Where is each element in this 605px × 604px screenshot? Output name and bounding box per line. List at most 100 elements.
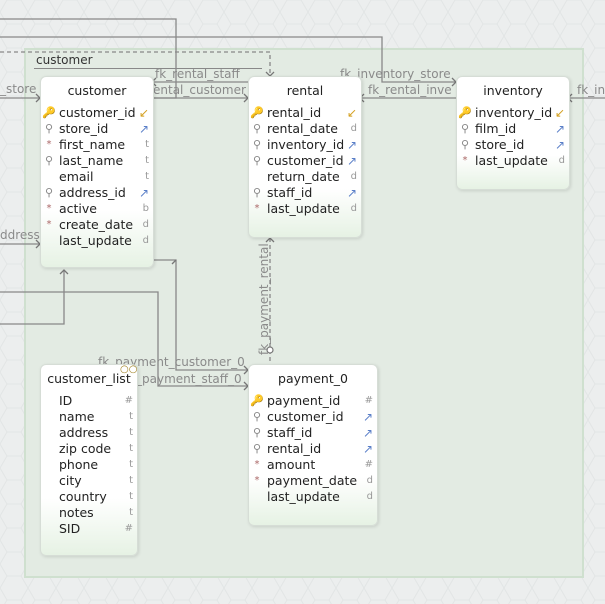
blank-icon	[41, 441, 57, 457]
column-row[interactable]: return_date d	[249, 169, 361, 185]
column-name: name	[59, 409, 95, 424]
column-name: country	[59, 489, 107, 504]
blank-icon	[41, 393, 57, 409]
relation-label[interactable]: _payment_staff_0	[136, 372, 242, 386]
table-customer-list[interactable]: customer_list ID # name t address t zip code t ph…	[40, 364, 138, 556]
required-icon: *	[254, 475, 260, 486]
column-type: d	[558, 155, 565, 166]
relation-label[interactable]: fk_rental_inve	[368, 83, 452, 97]
column-row[interactable]: SID #	[41, 521, 137, 537]
relation-label[interactable]: _store	[0, 82, 36, 96]
relation-label[interactable]: ddress	[0, 228, 40, 242]
column-type: t	[129, 459, 133, 470]
column-type: #	[124, 395, 133, 406]
foreign-key-icon: ⚲	[460, 138, 470, 151]
primary-key-icon: 🔑	[458, 106, 472, 119]
relation-label[interactable]: fk_rental_staff	[155, 67, 240, 81]
required-icon: *	[46, 219, 52, 230]
table-payment-0[interactable]: payment_0 🔑 payment_id # ⚲ customer_id ↗ ⚲ staff…	[248, 364, 378, 526]
column-row[interactable]: city t	[41, 473, 137, 489]
table-title[interactable]: rental	[249, 77, 361, 105]
column-row[interactable]: country t	[41, 489, 137, 505]
column-name: inventory_id	[267, 137, 345, 152]
table-title[interactable]: customer	[41, 77, 153, 105]
foreign-key-icon: ⚲	[252, 410, 262, 423]
column-name: return_date	[267, 169, 340, 184]
column-name: rental_date	[267, 121, 338, 136]
column-row[interactable]: last_update d	[41, 233, 153, 249]
foreign-key-icon: ⚲	[252, 138, 262, 151]
column-type: d	[350, 123, 357, 134]
column-row[interactable]: email t	[41, 169, 153, 185]
blank-icon	[41, 457, 57, 473]
foreign-key-icon: ⚲	[252, 122, 262, 135]
column-row[interactable]: ID #	[41, 393, 137, 409]
column-row[interactable]: ⚲ staff_id ↗	[249, 425, 377, 441]
column-type: d	[366, 475, 373, 486]
column-row[interactable]: * last_update d	[249, 201, 361, 217]
column-row[interactable]: * create_date d	[41, 217, 153, 233]
column-row[interactable]: ⚲ rental_date d	[249, 121, 361, 137]
column-type: d	[350, 203, 357, 214]
column-name: customer_id	[59, 105, 136, 120]
column-row[interactable]: address t	[41, 425, 137, 441]
column-name: store_id	[475, 137, 525, 152]
column-row[interactable]: ⚲ customer_id ↗	[249, 409, 377, 425]
column-row[interactable]: ⚲ film_id ↗	[457, 121, 569, 137]
column-name: last_update	[267, 489, 340, 504]
column-name: customer_id	[267, 409, 344, 424]
column-row[interactable]: ⚲ rental_id ↗	[249, 441, 377, 457]
relation-label[interactable]: ental_customer	[153, 83, 246, 97]
column-row[interactable]: ⚲ store_id ↗	[41, 121, 153, 137]
column-type: t	[129, 427, 133, 438]
foreign-key-icon: ⚲	[252, 186, 262, 199]
column-name: last_update	[267, 201, 340, 216]
column-row[interactable]: ⚲ customer_id ↗	[249, 153, 361, 169]
column-row[interactable]: 🔑 payment_id #	[249, 393, 377, 409]
column-row[interactable]: zip code t	[41, 441, 137, 457]
relation-label[interactable]: fk_payment_rental	[257, 243, 271, 355]
column-row[interactable]: 🔑 rental_id ↙	[249, 105, 361, 121]
column-type: t	[129, 443, 133, 454]
column-row[interactable]: ⚲ inventory_id ↗	[249, 137, 361, 153]
column-row[interactable]: * amount #	[249, 457, 377, 473]
column-row[interactable]: ⚲ last_name t	[41, 153, 153, 169]
column-name: create_date	[59, 217, 134, 232]
column-type: t	[129, 491, 133, 502]
column-name: store_id	[59, 121, 109, 136]
column-row[interactable]: notes t	[41, 505, 137, 521]
column-row[interactable]: * last_update d	[457, 153, 569, 169]
column-row[interactable]: 🔑 inventory_id ↙	[457, 105, 569, 121]
column-type: t	[129, 411, 133, 422]
blank-icon	[249, 489, 265, 505]
column-row[interactable]: ⚲ staff_id ↗	[249, 185, 361, 201]
table-inventory[interactable]: inventory 🔑 inventory_id ↙ ⚲ film_id ↗ ⚲ store_i…	[456, 76, 570, 190]
column-row[interactable]: last_update d	[249, 489, 377, 505]
relation-label[interactable]: fk_in	[577, 83, 605, 97]
column-row[interactable]: * active b	[41, 201, 153, 217]
column-type: t	[145, 139, 149, 150]
foreign-key-icon: ⚲	[460, 122, 470, 135]
column-row[interactable]: ⚲ store_id ↗	[457, 137, 569, 153]
column-type: t	[145, 155, 149, 166]
blank-icon	[41, 521, 57, 537]
column-name: last_update	[59, 233, 132, 248]
column-row[interactable]: phone t	[41, 457, 137, 473]
blank-icon	[41, 473, 57, 489]
table-title[interactable]: payment_0	[249, 365, 377, 393]
column-row[interactable]: * first_name t	[41, 137, 153, 153]
column-row[interactable]: 🔑 customer_id ↙	[41, 105, 153, 121]
table-title[interactable]: inventory	[457, 77, 569, 105]
column-row[interactable]: name t	[41, 409, 137, 425]
required-icon: *	[462, 155, 468, 166]
foreign-key-icon: ⚲	[44, 122, 54, 135]
column-type: #	[364, 459, 373, 470]
table-customer[interactable]: customer 🔑 customer_id ↙ ⚲ store_id ↗ * first_na…	[40, 76, 154, 268]
column-row[interactable]: * payment_date d	[249, 473, 377, 489]
table-rental[interactable]: rental 🔑 rental_id ↙ ⚲ rental_date d ⚲ inventory…	[248, 76, 362, 238]
primary-key-icon: 🔑	[250, 106, 264, 119]
column-name: inventory_id	[475, 105, 553, 120]
column-name: payment_id	[267, 393, 341, 408]
column-row[interactable]: ⚲ address_id ↗	[41, 185, 153, 201]
column-name: email	[59, 169, 94, 184]
